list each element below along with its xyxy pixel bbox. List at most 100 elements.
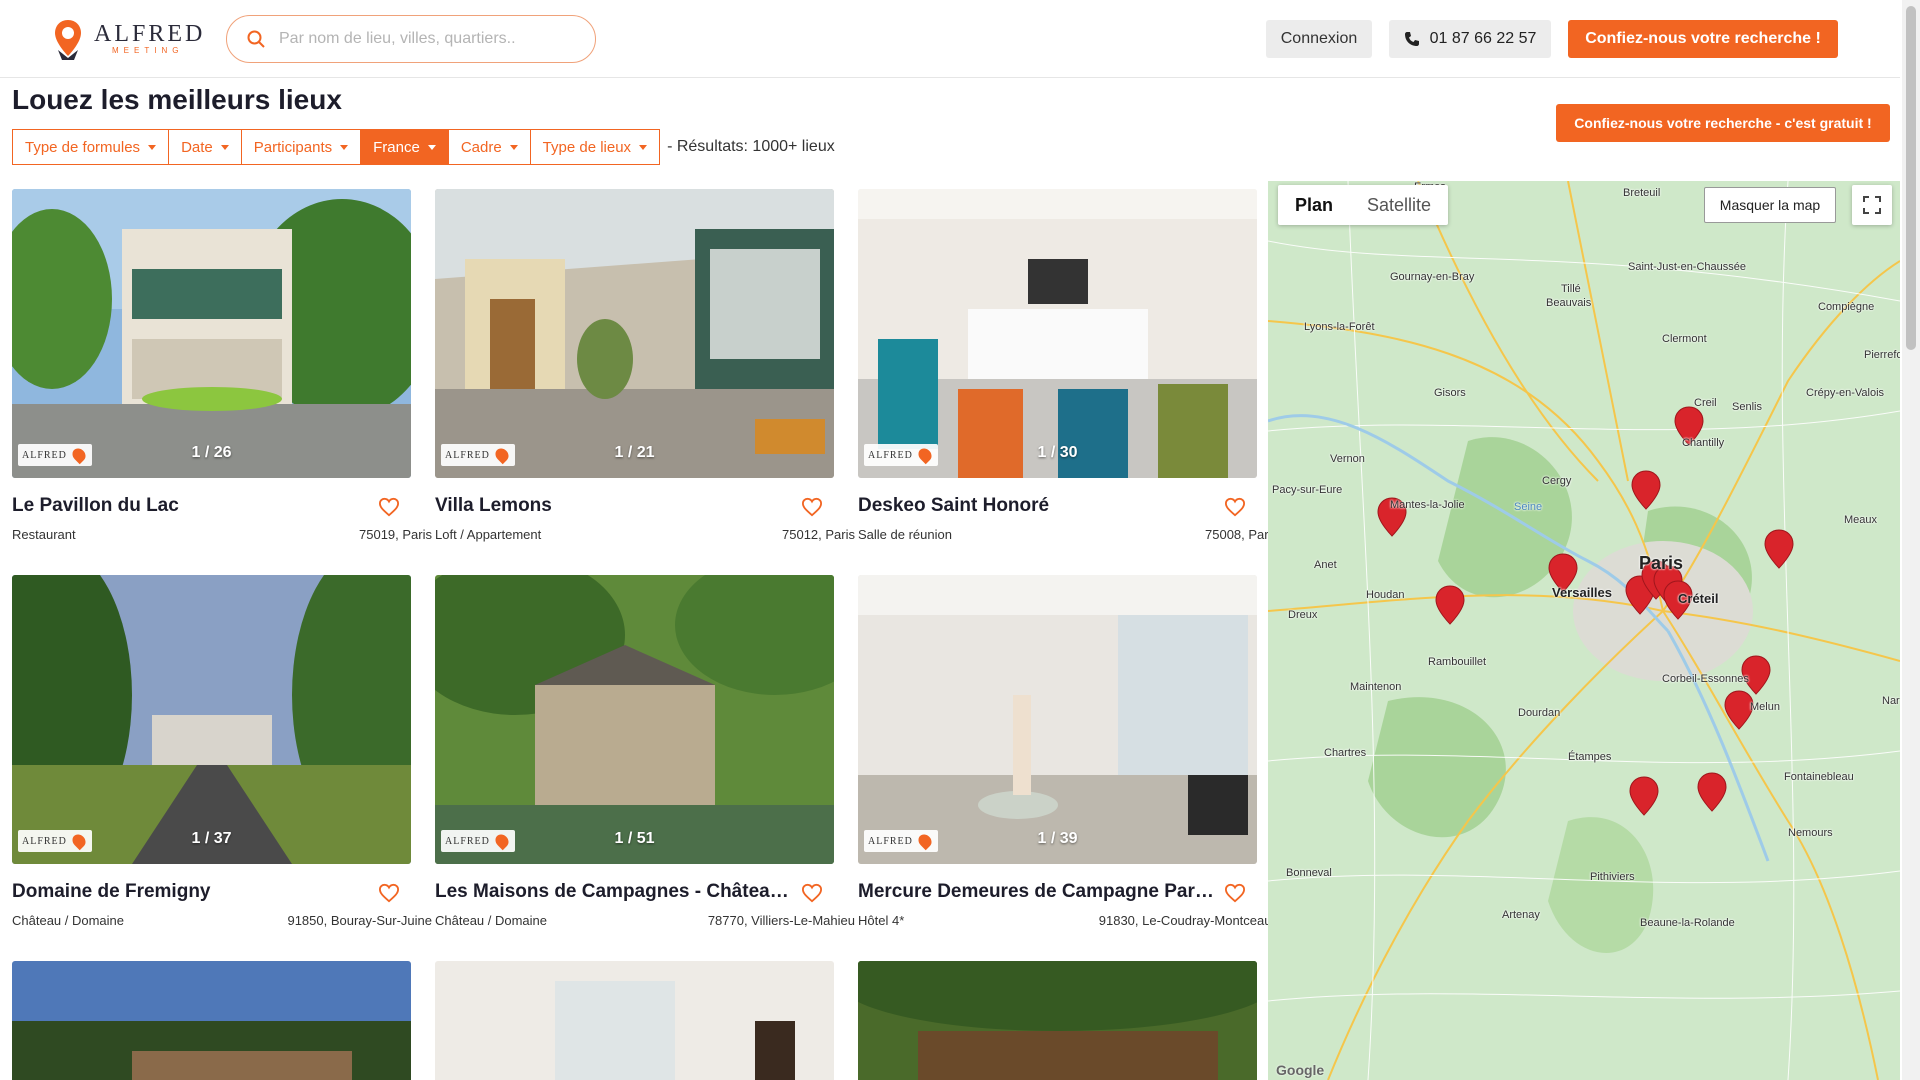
map-place-label: Gisors bbox=[1434, 387, 1466, 399]
map-place-label: Versailles bbox=[1552, 585, 1612, 600]
map-place-label: Mantes-la-Jolie bbox=[1390, 499, 1465, 511]
venue-photo-partial[interactable] bbox=[12, 961, 411, 1080]
photo-counter: 1 / 51 bbox=[614, 830, 655, 847]
map-place-label: Pithiviers bbox=[1590, 871, 1635, 883]
login-button[interactable]: Connexion bbox=[1266, 20, 1372, 58]
map-markers[interactable] bbox=[1268, 181, 1900, 1080]
photo-counter: 1 / 39 bbox=[1037, 830, 1078, 847]
request-search-free-button[interactable]: Confiez-nous votre recherche - c'est gra… bbox=[1556, 104, 1890, 142]
favorite-heart-icon[interactable] bbox=[801, 883, 823, 903]
filter-formula-type[interactable]: Type de formules bbox=[12, 129, 170, 165]
venue-name[interactable]: Villa Lemons bbox=[435, 495, 795, 517]
map-tab-plan[interactable]: Plan bbox=[1278, 185, 1350, 225]
map-place-label: Senlis bbox=[1732, 401, 1762, 413]
map-place-label: Fontainebleau bbox=[1784, 771, 1854, 783]
phone-button[interactable]: 01 87 66 22 57 bbox=[1389, 20, 1551, 58]
filter-participants[interactable]: Participants bbox=[240, 129, 362, 165]
map-place-label: Pacy-sur-Eure bbox=[1272, 484, 1343, 496]
map-type-toggle: Plan Satellite bbox=[1278, 185, 1449, 225]
map-place-label: Meaux bbox=[1844, 514, 1878, 526]
venue-type: Hôtel 4* bbox=[858, 913, 905, 928]
fullscreen-icon bbox=[1863, 196, 1881, 214]
venue-type: Château / Domaine bbox=[12, 913, 125, 928]
map-place-label: Artenay bbox=[1502, 909, 1540, 921]
favorite-heart-icon[interactable] bbox=[378, 497, 400, 517]
map-place-label: Gournay-en-Bray bbox=[1390, 271, 1475, 283]
venue-photo[interactable]: ALFRED 1 / 51 bbox=[435, 575, 834, 864]
map-place-label: Saint-Just-en-Chaussée bbox=[1628, 261, 1747, 273]
map-place-label: Nemours bbox=[1788, 827, 1833, 839]
map-place-label: Creil bbox=[1694, 397, 1717, 409]
filter-venue-type[interactable]: Type de lieux bbox=[529, 129, 661, 165]
venue-photo[interactable]: ALFRED 1 / 37 bbox=[12, 575, 411, 864]
photo-counter: 1 / 37 bbox=[191, 830, 232, 847]
alfred-logo[interactable]: ALFRED MEETING bbox=[52, 18, 212, 60]
phone-icon bbox=[1404, 32, 1419, 46]
map-place-label: Créteil bbox=[1678, 591, 1719, 606]
venue-name[interactable]: Mercure Demeures de Campagne Paris Sud bbox=[858, 881, 1218, 903]
favorite-heart-icon[interactable] bbox=[1224, 497, 1246, 517]
map-place-label: Beaune-la-Rolande bbox=[1640, 917, 1735, 929]
photo-counter: 1 / 21 bbox=[614, 444, 655, 461]
map-place-label: Chartres bbox=[1324, 747, 1367, 759]
map-place-label: Tillé bbox=[1561, 283, 1581, 295]
venue-type: Loft / Appartement bbox=[435, 527, 542, 542]
venue-name[interactable]: Les Maisons de Campagnes - Château de Vi… bbox=[435, 881, 795, 903]
filter-bar: Type de formules Date Participants Franc… bbox=[12, 129, 835, 165]
site-header: ALFRED MEETING Connexion 01 87 66 22 57 … bbox=[0, 0, 1900, 78]
map-place-label: Pierrefo bbox=[1864, 349, 1900, 361]
venue-name[interactable]: Le Pavillon du Lac bbox=[12, 495, 372, 517]
photo-counter: 1 / 30 bbox=[1037, 444, 1078, 461]
map-place-label: Corbeil-Essonnes bbox=[1662, 673, 1749, 685]
scrollbar-thumb[interactable] bbox=[1906, 6, 1916, 350]
favorite-heart-icon[interactable] bbox=[1224, 883, 1246, 903]
caret-down-icon bbox=[639, 144, 648, 150]
fullscreen-button[interactable] bbox=[1852, 185, 1892, 225]
page-scrollbar[interactable] bbox=[1902, 0, 1920, 1080]
caret-down-icon bbox=[340, 144, 349, 150]
photo-counter: 1 / 26 bbox=[191, 444, 232, 461]
filter-location[interactable]: France bbox=[360, 129, 449, 165]
map-place-label: Houdan bbox=[1366, 589, 1405, 601]
venue-type: Château / Domaine bbox=[435, 913, 548, 928]
venue-name[interactable]: Domaine de Fremigny bbox=[12, 881, 372, 903]
favorite-heart-icon[interactable] bbox=[801, 497, 823, 517]
venue-photo[interactable]: ALFRED 1 / 21 bbox=[435, 189, 834, 478]
map-place-label: Beauvais bbox=[1546, 297, 1592, 309]
venue-photo[interactable]: ALFRED 1 / 39 bbox=[858, 575, 1257, 864]
caret-down-icon bbox=[509, 144, 518, 150]
map-place-label: Paris bbox=[1639, 553, 1684, 573]
filter-setting[interactable]: Cadre bbox=[447, 129, 531, 165]
map-panel[interactable]: Breteuil Ermes Saint-Just-en-Chaussée Go… bbox=[1268, 181, 1900, 1080]
map-place-label: Clermont bbox=[1662, 333, 1707, 345]
map-place-label: Melun bbox=[1750, 701, 1780, 713]
favorite-heart-icon[interactable] bbox=[378, 883, 400, 903]
venue-location: 91850, Bouray-Sur-Juine bbox=[287, 913, 432, 928]
map-place-label: Étampes bbox=[1568, 751, 1612, 763]
venue-photo-partial[interactable] bbox=[435, 961, 834, 1080]
map-place-label: Vernon bbox=[1330, 453, 1365, 465]
venue-name[interactable]: Deskeo Saint Honoré bbox=[858, 495, 1218, 517]
venue-location: 78770, Villiers-Le-Mahieu bbox=[707, 913, 855, 928]
caret-down-icon bbox=[427, 144, 436, 150]
map-place-label: Breteuil bbox=[1623, 187, 1661, 199]
request-search-button[interactable]: Confiez-nous votre recherche ! bbox=[1568, 20, 1838, 58]
hide-map-button[interactable]: Masquer la map bbox=[1704, 187, 1836, 223]
phone-number: 01 87 66 22 57 bbox=[1429, 30, 1537, 47]
venue-photo[interactable]: ALFRED 1 / 26 bbox=[12, 189, 411, 478]
search-input[interactable] bbox=[279, 30, 579, 48]
map-place-label: Crépy-en-Valois bbox=[1806, 387, 1885, 399]
map-place-label: Maintenon bbox=[1350, 681, 1402, 693]
venue-photo-partial[interactable] bbox=[858, 961, 1257, 1080]
search-box[interactable] bbox=[226, 15, 596, 63]
map-place-label: Bonneval bbox=[1286, 867, 1332, 879]
page-title: Louez les meilleurs lieux bbox=[12, 84, 342, 115]
map-tab-satellite[interactable]: Satellite bbox=[1350, 185, 1448, 225]
filter-date[interactable]: Date bbox=[168, 129, 242, 165]
logo-subtitle: MEETING bbox=[112, 46, 184, 55]
results-count: - Résultats: 1000+ lieux bbox=[667, 138, 835, 155]
venue-location: 75012, Paris bbox=[782, 527, 855, 542]
logo-pin-icon bbox=[52, 18, 84, 60]
google-attribution: Google bbox=[1276, 1062, 1325, 1078]
venue-photo[interactable]: ALFRED 1 / 30 bbox=[858, 189, 1257, 478]
